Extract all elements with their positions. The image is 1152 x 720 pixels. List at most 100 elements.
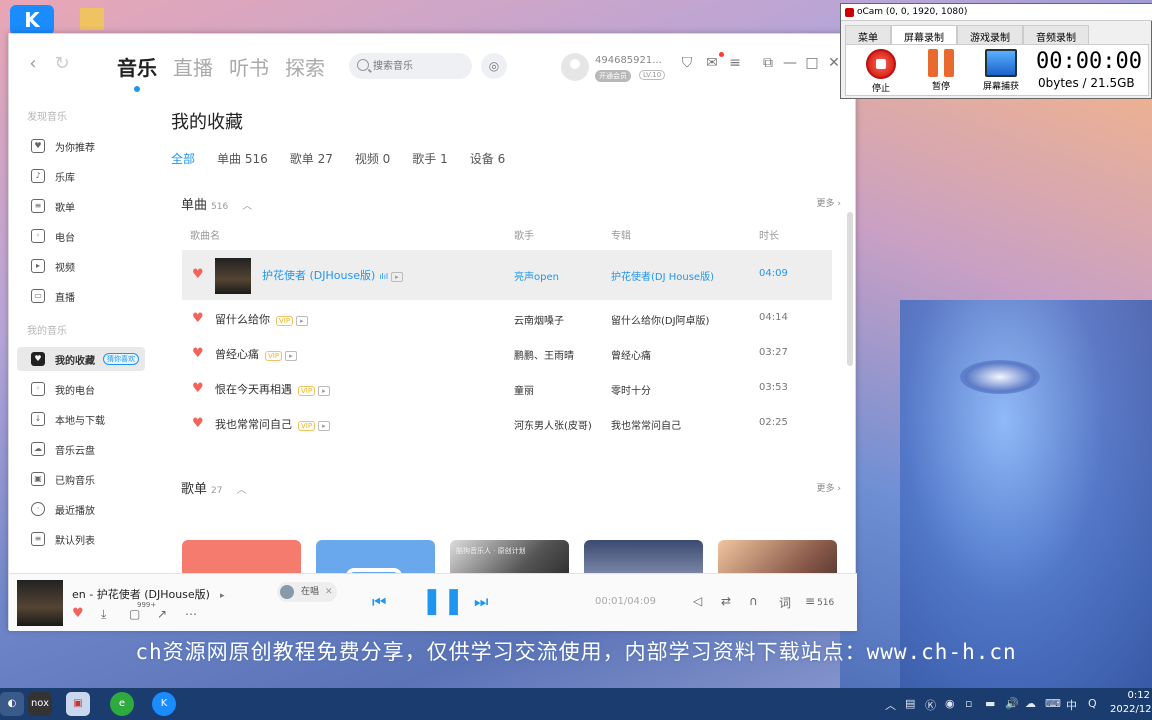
sidebar-item-recommend[interactable]: ♥ 为你推荐: [17, 134, 145, 158]
sidebar-item-my-radio[interactable]: ◦ 我的电台: [17, 377, 145, 401]
sidebar-item-radio[interactable]: ◦ 电台: [17, 224, 145, 248]
tray-kugou-icon[interactable]: Ⓚ: [925, 697, 936, 713]
mv-icon[interactable]: ▸: [296, 316, 308, 326]
table-row[interactable]: ♥ 我也常常问自己 VIP ▸ 河东男人张(皮哥) 我也常常问自己 02:25: [182, 405, 832, 440]
menu-icon[interactable]: ≡: [726, 54, 744, 72]
sidebar-item-live[interactable]: ▭ 直播: [17, 284, 145, 308]
table-row[interactable]: ♥ 曾经心痛 VIP ▸ 鹏鹏、王雨晴 曾经心痛 03:27: [182, 335, 832, 370]
playlist-card[interactable]: [316, 540, 435, 573]
guess-you-like-tag[interactable]: 猜你喜欢: [103, 353, 139, 365]
sidebar-item-local-download[interactable]: ↓ 本地与下载: [17, 407, 145, 431]
tray-app-icon[interactable]: ▤: [905, 697, 915, 710]
close-icon[interactable]: ✕: [325, 587, 333, 597]
more-icon[interactable]: ⋯: [185, 607, 197, 621]
start-icon[interactable]: ◐: [0, 692, 24, 716]
subtab-singers[interactable]: 歌手 1: [412, 150, 447, 167]
mv-icon[interactable]: ▸: [318, 386, 330, 396]
vip-badge[interactable]: 开通会员: [595, 70, 631, 82]
song-artist[interactable]: 云南烟嗓子: [514, 312, 564, 327]
download-icon[interactable]: ⤓: [101, 607, 106, 622]
table-row[interactable]: ♥ 留什么给你 VIP ▸ 云南烟嗓子 留什么给你(DJ阿卓版) 04:14: [182, 300, 832, 335]
tab-explore[interactable]: 探索: [285, 52, 325, 81]
sidebar-item-cloud[interactable]: ☁ 音乐云盘: [17, 437, 145, 461]
minimize-icon[interactable]: —: [781, 54, 799, 72]
playlist-card[interactable]: [718, 540, 837, 573]
heart-icon[interactable]: ♥: [192, 416, 204, 431]
user-name[interactable]: 494685921...: [595, 55, 662, 66]
song-artist[interactable]: 童丽: [514, 382, 534, 397]
playlist-card[interactable]: [584, 540, 703, 573]
tray-network-icon[interactable]: ☁: [1025, 697, 1036, 710]
subtab-videos[interactable]: 视频 0: [355, 150, 390, 167]
sidebar-item-favorites[interactable]: ♥ 我的收藏 猜你喜欢: [17, 347, 145, 371]
collapse-icon[interactable]: ︿: [236, 485, 246, 496]
skin-icon[interactable]: ⛉: [678, 54, 696, 72]
tray-battery-icon[interactable]: ▬: [985, 697, 995, 710]
songs-more-link[interactable]: 更多 ›: [817, 196, 841, 209]
clock[interactable]: 0:12 2022/12: [1110, 689, 1152, 717]
heart-icon[interactable]: ♥: [72, 606, 84, 621]
sidebar-item-purchased[interactable]: ▣ 已购音乐: [17, 467, 145, 491]
song-artist[interactable]: 河东男人张(皮哥): [514, 417, 592, 432]
tray-app-icon[interactable]: ▫: [965, 697, 972, 710]
back-arrow-icon[interactable]: ‹: [23, 54, 43, 74]
search-input[interactable]: [373, 58, 465, 74]
pause-icon[interactable]: ❚❚: [421, 586, 465, 616]
mv-icon[interactable]: ▸: [285, 351, 297, 361]
avatar[interactable]: [561, 53, 589, 81]
search-box[interactable]: [349, 53, 472, 79]
playlists-more-link[interactable]: 更多 ›: [817, 481, 841, 494]
mv-icon[interactable]: ▸: [318, 421, 330, 431]
collapse-icon[interactable]: ︿: [242, 201, 252, 212]
subtab-devices[interactable]: 设备 6: [470, 150, 505, 167]
next-icon[interactable]: ⏭: [474, 592, 488, 612]
table-row[interactable]: ♥ 恨在今天再相遇 VIP ▸ 童丽 零时十分 03:53: [182, 370, 832, 405]
heart-icon[interactable]: ♥: [192, 346, 204, 361]
sidebar-item-playlists[interactable]: ≡ 歌单: [17, 194, 145, 218]
tray-search-icon[interactable]: Q: [1088, 697, 1097, 710]
tray-volume-icon[interactable]: 🔊: [1005, 697, 1019, 710]
volume-icon[interactable]: ◁: [693, 594, 702, 608]
kugou-app-icon[interactable]: K: [152, 692, 176, 716]
pause-button[interactable]: 暂停: [916, 49, 966, 92]
sidebar-item-default-list[interactable]: ≡ 默认列表: [17, 527, 145, 551]
singing-chip[interactable]: 在唱 ✕: [277, 582, 337, 602]
comment-icon[interactable]: ▢ 999+: [129, 601, 156, 621]
song-album[interactable]: 护花使者(DJ House版): [611, 268, 714, 283]
tray-expand-icon[interactable]: ︿: [885, 697, 896, 713]
mini-mode-icon[interactable]: ⧉: [759, 54, 777, 72]
stop-button[interactable]: 停止: [856, 49, 906, 94]
song-album[interactable]: 留什么给你(DJ阿卓版): [611, 312, 709, 327]
now-playing-title[interactable]: en - 护花使者 (DJHouse版) ▸: [72, 586, 225, 602]
mv-icon[interactable]: ▸: [391, 272, 403, 282]
tab-live[interactable]: 直播: [173, 52, 213, 81]
mv-icon[interactable]: ▸: [220, 591, 225, 601]
previous-icon[interactable]: ⏮: [372, 592, 386, 612]
heart-icon[interactable]: ♥: [192, 381, 204, 396]
subtab-all[interactable]: 全部: [171, 150, 195, 167]
voice-search-icon[interactable]: ◎: [481, 53, 507, 79]
tray-ime-label[interactable]: 中: [1066, 697, 1077, 713]
now-playing-cover[interactable]: [17, 580, 63, 626]
song-album[interactable]: 曾经心痛: [611, 347, 651, 362]
sidebar-item-library[interactable]: ♪ 乐库: [17, 164, 145, 188]
ocam-app-icon[interactable]: ▣: [66, 692, 90, 716]
sidebar-item-video[interactable]: ▸ 视频: [17, 254, 145, 278]
folder-desktop-icon[interactable]: [80, 8, 104, 30]
tab-music[interactable]: 音乐: [117, 52, 157, 92]
sound-effect-icon[interactable]: ∩: [749, 594, 758, 608]
browser-app-icon[interactable]: e: [110, 692, 134, 716]
mail-icon[interactable]: ✉: [703, 54, 721, 72]
song-album[interactable]: 零时十分: [611, 382, 651, 397]
sidebar-item-recent[interactable]: · 最近播放: [17, 497, 145, 521]
tab-audiobook[interactable]: 听书: [229, 52, 269, 81]
tray-keyboard-icon[interactable]: ⌨: [1045, 697, 1061, 710]
kugou-desktop-icon[interactable]: K: [10, 5, 54, 35]
maximize-icon[interactable]: □: [803, 54, 821, 72]
nox-app-icon[interactable]: nox: [28, 692, 52, 716]
share-icon[interactable]: ↗: [157, 607, 167, 621]
refresh-icon[interactable]: ↻: [52, 54, 72, 74]
scrollbar[interactable]: [847, 212, 853, 366]
heart-icon[interactable]: ♥: [192, 311, 204, 326]
lyrics-button[interactable]: 词: [779, 594, 791, 611]
